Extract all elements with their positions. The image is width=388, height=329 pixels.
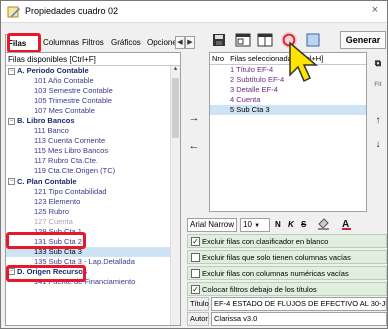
highlight-133-sub-cta-3: [6, 265, 86, 282]
move-down-button[interactable]: ↓: [370, 137, 386, 153]
chevron-down-icon: ▼: [254, 223, 261, 229]
option-label: Colocar filtros debajo de los títulos: [202, 285, 317, 294]
tree-group[interactable]: − B. Libro Bancos: [6, 116, 170, 126]
title-label: Título: [187, 297, 209, 311]
tree-item[interactable]: 111 Banco: [6, 126, 170, 136]
tree-item[interactable]: 103 Semestre Contable: [6, 86, 170, 96]
scroll-up-icon[interactable]: ▲: [171, 66, 180, 76]
remove-row-button[interactable]: ←: [184, 137, 204, 155]
tree-item[interactable]: 121 Tipo Contabilidad: [6, 187, 170, 197]
tree-item[interactable]: 101 Año Contable: [6, 76, 170, 86]
save-icon[interactable]: [210, 31, 228, 49]
title-bar: Propiedades cuadro 02 ×: [1, 1, 387, 23]
font-size-value: 10: [243, 220, 252, 229]
nro-header: Nro: [212, 54, 225, 63]
option-row[interactable]: ✓ Excluir filas con clasificador en blan…: [187, 234, 387, 248]
collapse-icon[interactable]: −: [8, 67, 15, 75]
option-checkbox[interactable]: ✓: [191, 285, 200, 294]
available-rows-panel: Filas disponibles [Ctrl+F] − A. Periodo C…: [5, 52, 181, 326]
tree-group[interactable]: − A. Periodo Contable: [6, 66, 170, 76]
highlight-tab-filas: [7, 33, 41, 53]
option-checkbox[interactable]: [191, 269, 200, 278]
option-row[interactable]: Excluir filas que solo tienen columnas v…: [187, 250, 387, 264]
tree-item[interactable]: 117 Rubro Cta.Cte.: [6, 156, 170, 166]
font-size-select[interactable]: 10 ▼: [240, 218, 270, 232]
tab-scroll-right-icon[interactable]: ▶: [185, 36, 195, 49]
tree-item[interactable]: 125 Rubro: [6, 207, 170, 217]
fill-color-icon[interactable]: [317, 218, 335, 232]
font-color-icon[interactable]: A: [341, 218, 357, 232]
properties-window: Propiedades cuadro 02 × Filas Columnas F…: [0, 0, 388, 329]
tree-group-label: B. Libro Bancos: [17, 116, 75, 126]
bold-button[interactable]: N: [275, 218, 281, 232]
app-icon: [7, 6, 20, 18]
tree-item[interactable]: 123 Elemento: [6, 197, 170, 207]
fit-button[interactable]: Fit: [370, 77, 386, 93]
option-label: Excluir filas con clasificador en blanco: [202, 237, 329, 246]
copy-icon[interactable]: ⧉: [370, 55, 386, 71]
available-rows-header: Filas disponibles [Ctrl+F]: [6, 53, 180, 66]
highlight-127-cuenta: [6, 232, 86, 249]
font-select[interactable]: Arial Narrow: [187, 218, 237, 232]
generar-button[interactable]: Generar: [340, 31, 386, 49]
tree-item[interactable]: 119 Cta.Cte.Origen (TC): [6, 166, 170, 176]
tree-item[interactable]: 105 Trimestre Contable: [6, 96, 170, 106]
left-scrollbar[interactable]: ▲: [170, 66, 180, 325]
window-split-icon[interactable]: [256, 31, 274, 49]
move-up-button[interactable]: ↑: [370, 113, 386, 129]
tab-scroll-arrows[interactable]: ◀ ▶: [175, 36, 195, 49]
option-label: Excluir filas que solo tienen columnas v…: [202, 253, 351, 262]
title-field-row: Título EF-4 ESTADO DE FLUJOS DE EFECTIVO …: [187, 297, 387, 311]
option-row[interactable]: ✓ Colocar filtros debajo de los títulos: [187, 282, 387, 296]
option-checkbox[interactable]: ✓: [191, 237, 200, 246]
tree-group-label: C. Plan Contable: [17, 176, 77, 186]
tree-group-label: A. Periodo Contable: [17, 66, 89, 75]
add-row-button[interactable]: →: [184, 109, 204, 127]
tab-graficos[interactable]: Gráficos: [109, 34, 143, 52]
tree-item[interactable]: 127 Cuenta: [6, 217, 170, 227]
tab-filtros[interactable]: Filtros: [80, 34, 106, 52]
strike-button[interactable]: S: [301, 218, 306, 232]
collapse-icon[interactable]: −: [8, 117, 15, 125]
tree-item[interactable]: 107 Mes Contable: [6, 106, 170, 116]
close-icon[interactable]: ×: [367, 4, 383, 16]
available-rows-tree: − A. Periodo Contable 101 Año Contable 103 …: [6, 66, 170, 325]
tree-group[interactable]: − C. Plan Contable: [6, 177, 170, 187]
window-title: Propiedades cuadro 02: [25, 6, 119, 16]
option-label: Excluir filas con columnas numéricas vac…: [202, 269, 349, 278]
scroll-thumb[interactable]: [172, 78, 179, 138]
option-row[interactable]: Excluir filas con columnas numéricas vac…: [187, 266, 387, 280]
author-input[interactable]: Clarissa v3.0: [211, 312, 387, 326]
window-icon[interactable]: [234, 31, 252, 49]
selected-row[interactable]: 4 Cuenta: [210, 95, 366, 105]
tab-columnas[interactable]: Columnas: [41, 34, 81, 52]
format-bar: Arial Narrow 10 ▼ N K S A: [187, 218, 387, 232]
title-input[interactable]: EF-4 ESTADO DE FLUJOS DE EFECTIVO AL 30-…: [211, 297, 387, 311]
selected-row[interactable]: 5 Sub Cta 3: [210, 105, 366, 115]
tab-scroll-left-icon[interactable]: ◀: [175, 36, 185, 49]
author-field-row: Autor Clarissa v3.0: [187, 312, 387, 326]
author-label: Autor: [187, 312, 209, 326]
mouse-pointer-icon: [286, 41, 326, 89]
collapse-icon[interactable]: −: [8, 178, 15, 186]
tree-item[interactable]: 115 Mes Libro Bancos: [6, 146, 170, 156]
tree-item[interactable]: 113 Cuenta Corriente: [6, 136, 170, 146]
italic-button[interactable]: K: [288, 218, 294, 232]
option-checkbox[interactable]: [191, 253, 200, 262]
